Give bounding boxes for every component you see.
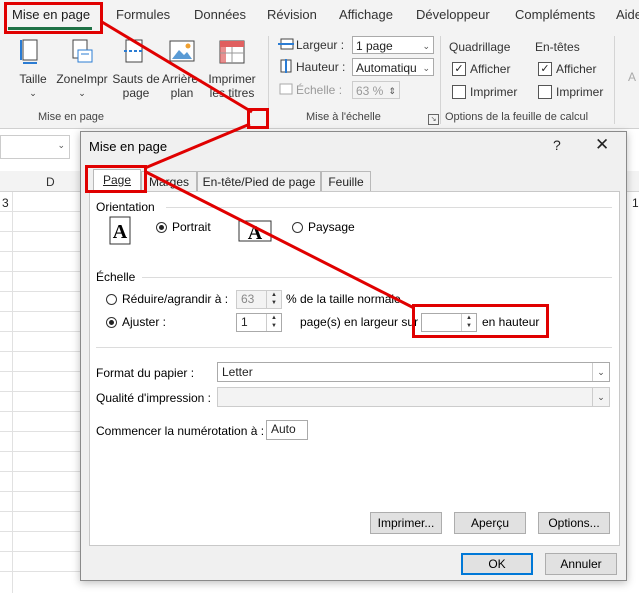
annotation-arrow — [145, 170, 415, 310]
annotation-arrow — [144, 122, 251, 170]
annotation-arrows — [101, 20, 415, 310]
annotation-arrow — [101, 20, 253, 114]
